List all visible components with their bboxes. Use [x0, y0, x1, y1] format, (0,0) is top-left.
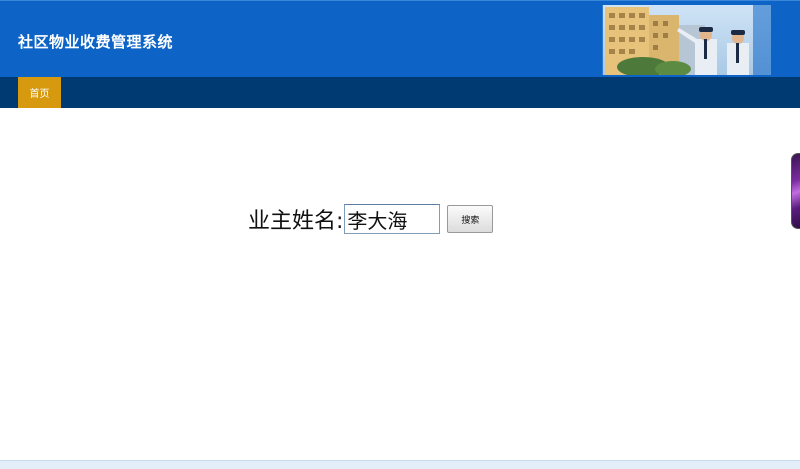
header-banner-image: [602, 5, 771, 75]
top-nav: 首页: [0, 77, 800, 108]
owner-search-form: 业主姓名: 搜索: [248, 203, 494, 235]
side-floating-widget[interactable]: [791, 153, 800, 229]
header: 社区物业收费管理系统: [0, 0, 800, 77]
owner-name-input[interactable]: [344, 204, 441, 234]
nav-item-home[interactable]: 首页: [18, 77, 61, 108]
search-button[interactable]: 搜索: [447, 205, 494, 233]
owner-name-label: 业主姓名:: [248, 209, 344, 234]
site-title: 社区物业收费管理系统: [18, 33, 174, 51]
banner-illustration: [603, 5, 771, 75]
